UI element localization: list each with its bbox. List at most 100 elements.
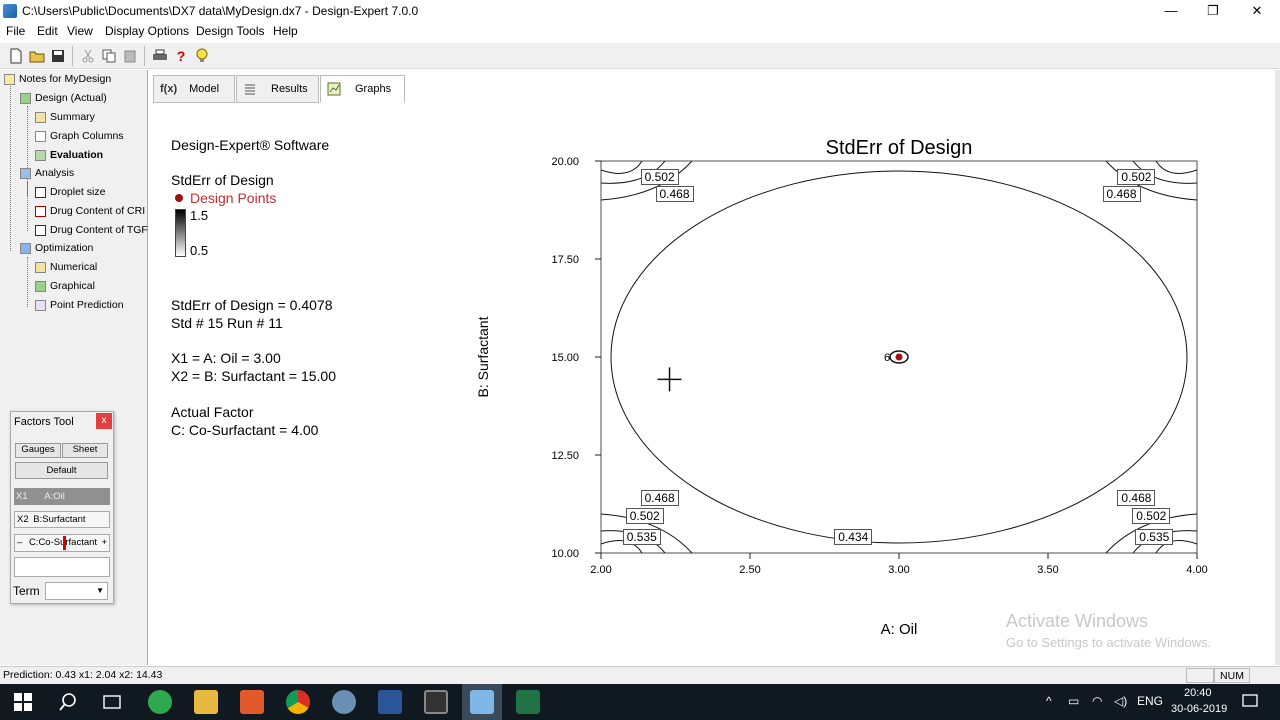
excel-icon[interactable] (516, 690, 540, 714)
factors-tool-close-button[interactable]: x (96, 413, 112, 429)
menu-file[interactable]: File (6, 24, 25, 38)
tab-graphs[interactable]: Graphs (320, 75, 405, 103)
tree-line (27, 257, 28, 307)
tree-point-prediction[interactable]: Point Prediction (35, 296, 124, 314)
minimize-button[interactable]: — (1148, 0, 1194, 22)
x-tick-label: 3.50 (1037, 564, 1058, 576)
clock-time[interactable]: 20:40 (1184, 687, 1212, 699)
paint-app-icon[interactable] (332, 690, 356, 714)
open-folder-icon[interactable] (28, 47, 46, 65)
tree-optimization[interactable]: Optimization (20, 239, 93, 257)
term-label: Term (13, 584, 40, 598)
fx-icon: f(x) (160, 83, 178, 95)
x-tick-label: 3.00 (888, 564, 909, 576)
tree-numerical[interactable]: Numerical (35, 258, 97, 276)
tree-evaluation[interactable]: Evaluation (35, 146, 103, 164)
slider-handle[interactable] (63, 536, 66, 550)
volume-icon[interactable]: ◁) (1114, 694, 1127, 708)
chevron-up-icon[interactable]: ^ (1046, 694, 1052, 708)
design-points-label: Design Points (190, 190, 277, 206)
contour-label: 0.468 (655, 186, 694, 203)
help-icon[interactable]: ? (172, 47, 190, 65)
taskbar (0, 684, 1280, 720)
title-bar: C:\Users\Public\Documents\DX7 data\MyDes… (0, 0, 1280, 22)
close-button[interactable]: ✕ (1234, 0, 1280, 22)
tab-model[interactable]: f(x) Model (153, 75, 235, 103)
chart-title: StdErr of Design (826, 137, 973, 159)
cut-icon[interactable] (79, 47, 97, 65)
search-icon[interactable] (58, 692, 78, 715)
windows-start-icon[interactable] (14, 693, 32, 714)
legend-low: 0.5 (190, 243, 209, 258)
language-indicator[interactable]: ENG (1137, 694, 1163, 708)
copy-icon[interactable] (100, 47, 118, 65)
phone-app-icon[interactable] (148, 690, 172, 714)
contour-label: 0.468 (640, 490, 679, 507)
tree-summary[interactable]: Summary (35, 108, 95, 126)
menu-help[interactable]: Help (273, 24, 298, 38)
contour-label: 0.468 (1102, 186, 1141, 203)
tree-drug-content-crm[interactable]: Drug Content of CRI (35, 202, 145, 220)
default-button[interactable]: Default (15, 462, 108, 479)
wifi-icon[interactable]: ◠ (1092, 694, 1102, 708)
recorder-app-icon[interactable] (424, 690, 448, 714)
response-icon (35, 205, 46, 217)
sheet-button[interactable]: Sheet (62, 443, 108, 458)
menu-design-tools[interactable]: Design Tools (196, 24, 264, 38)
task-view-icon[interactable] (102, 692, 122, 715)
tip-bulb-icon[interactable] (193, 47, 211, 65)
status-panel (1186, 668, 1214, 683)
maximize-button[interactable]: ❐ (1190, 0, 1236, 22)
contour-label: 0.502 (1117, 168, 1156, 185)
menu-bar (0, 22, 1280, 42)
response-name: StdErr of Design (171, 172, 274, 188)
new-file-icon[interactable] (7, 47, 25, 65)
activation-watermark-title: Activate Windows (1006, 611, 1149, 631)
x1-readout: X1 = A: Oil = 3.00 (171, 350, 281, 366)
tree-graph-columns[interactable]: Graph Columns (35, 127, 124, 145)
notifications-icon[interactable] (1242, 693, 1258, 712)
menu-view[interactable]: View (67, 24, 93, 38)
design-expert-taskbar-icon[interactable] (470, 690, 494, 714)
actual-factor-heading: Actual Factor (171, 404, 254, 420)
scrollbar[interactable] (1275, 70, 1280, 665)
factor-value-box (14, 557, 110, 577)
clock-date[interactable]: 30-06-2019 (1171, 703, 1227, 715)
std-run-readout: Std # 15 Run # 11 (171, 315, 283, 331)
menu-display-options[interactable]: Display Options (105, 24, 189, 38)
y-tick-label: 20.00 (551, 156, 579, 168)
term-select[interactable]: ▼ (45, 582, 108, 600)
y-axis-label: B: Surfactant (475, 316, 491, 397)
file-explorer-icon[interactable] (194, 690, 218, 714)
graphs-icon (327, 82, 341, 96)
word-icon[interactable] (378, 690, 402, 714)
factor-c-slider[interactable]: – C:Co-Surfactant + (14, 534, 110, 552)
design-point-marker-icon (175, 194, 183, 202)
chrome-icon[interactable] (286, 690, 310, 714)
menu-edit[interactable]: Edit (37, 24, 58, 38)
tree-droplet-size[interactable]: Droplet size (35, 183, 105, 201)
tree-design[interactable]: Design (Actual) (20, 89, 107, 107)
paste-icon[interactable] (121, 47, 139, 65)
contour-plot[interactable]: StdErr of Design A: Oil B: Surfactant 2.… (470, 128, 1240, 648)
tree-graphical[interactable]: Graphical (35, 277, 95, 295)
tree-drug-content-tgf[interactable]: Drug Content of TGF (35, 221, 148, 239)
response-icon (35, 224, 46, 236)
design-point[interactable] (895, 353, 903, 361)
optimization-icon (20, 242, 31, 254)
print-icon[interactable] (151, 47, 169, 65)
factor-x1-row[interactable]: X1 A:Oil (14, 488, 110, 505)
factor-x2-row[interactable]: X2 B:Surfactant (14, 511, 110, 528)
video-app-icon[interactable] (240, 690, 264, 714)
c-factor-readout: C: Co-Surfactant = 4.00 (171, 422, 319, 438)
analysis-icon (20, 167, 31, 179)
y-tick-label: 10.00 (551, 548, 579, 560)
tree-line (10, 86, 11, 251)
notes-icon (4, 73, 15, 85)
gauges-button[interactable]: Gauges (15, 443, 61, 458)
tab-results[interactable]: Results (236, 75, 319, 103)
tree-notes[interactable]: Notes for MyDesign (4, 70, 111, 88)
save-icon[interactable] (49, 47, 67, 65)
tree-analysis[interactable]: Analysis (20, 164, 74, 182)
network-icon[interactable]: ▭ (1068, 694, 1079, 708)
